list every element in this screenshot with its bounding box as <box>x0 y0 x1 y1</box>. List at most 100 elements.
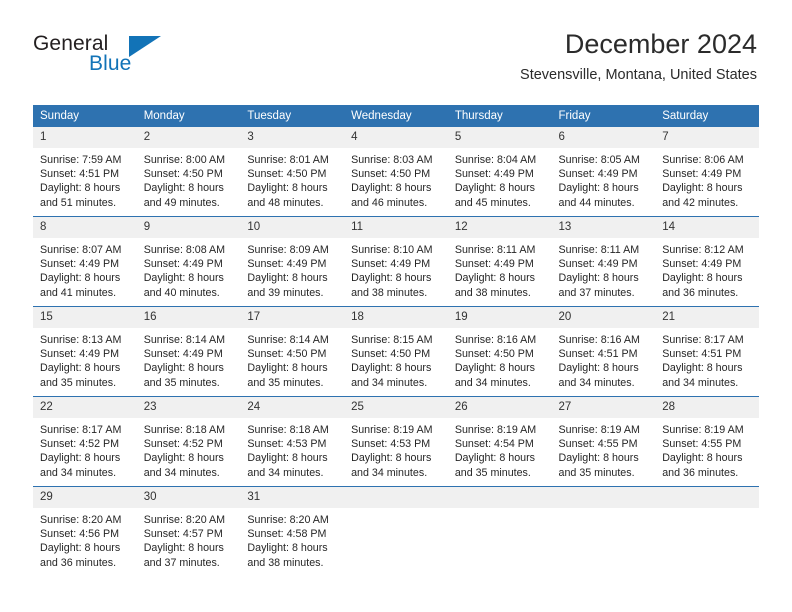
day-number: 13 <box>551 217 656 238</box>
day-number: 6 <box>551 127 656 148</box>
day-cell[interactable]: 2 Sunrise: 8:00 AM Sunset: 4:50 PM Dayli… <box>136 127 241 217</box>
day-number: 17 <box>240 307 345 328</box>
daylight-text-line2: and 35 minutes. <box>143 376 220 389</box>
daylight-text-line1: Daylight: 8 hours <box>143 362 224 375</box>
day-cell[interactable]: 3 Sunrise: 8:01 AM Sunset: 4:50 PM Dayli… <box>240 127 345 217</box>
day-cell[interactable]: 12 Sunrise: 8:11 AM Sunset: 4:49 PM Dayl… <box>447 216 552 307</box>
daylight-text-line2: and 36 minutes. <box>40 556 117 569</box>
sunrise-text: Sunrise: 8:14 AM <box>143 334 226 346</box>
week-row: 22 Sunrise: 8:17 AM Sunset: 4:52 PM Dayl… <box>33 396 759 487</box>
day-cell[interactable]: 15 Sunrise: 8:13 AM Sunset: 4:49 PM Dayl… <box>33 306 137 397</box>
sunrise-text: Sunrise: 8:20 AM <box>247 514 329 526</box>
day-cell[interactable]: 22 Sunrise: 8:17 AM Sunset: 4:52 PM Dayl… <box>33 396 137 487</box>
sunrise-text: Sunrise: 8:18 AM <box>143 424 226 436</box>
day-number: 28 <box>655 397 759 418</box>
calendar-table: Sunday Monday Tuesday Wednesday Thursday… <box>33 105 759 576</box>
weekday-header-sunday: Sunday <box>33 105 137 127</box>
daylight-text-line1: Daylight: 8 hours <box>40 362 121 375</box>
day-cell[interactable]: 28 Sunrise: 8:19 AM Sunset: 4:55 PM Dayl… <box>655 396 759 487</box>
logo-word-general: General <box>33 32 109 55</box>
sunset-text: Sunset: 4:56 PM <box>40 528 120 541</box>
day-details: Sunrise: 8:20 AM Sunset: 4:57 PM Dayligh… <box>137 508 241 576</box>
day-cell[interactable]: 31 Sunrise: 8:20 AM Sunset: 4:58 PM Dayl… <box>240 486 345 576</box>
day-cell[interactable]: 14 Sunrise: 8:12 AM Sunset: 4:49 PM Dayl… <box>655 216 759 307</box>
daylight-text-line2: and 49 minutes. <box>143 196 220 209</box>
sunset-text: Sunset: 4:55 PM <box>558 438 638 451</box>
sunrise-text: Sunrise: 8:15 AM <box>351 334 433 346</box>
sunrise-text: Sunrise: 8:01 AM <box>247 154 329 166</box>
daylight-text-line2: and 34 minutes. <box>143 466 220 479</box>
daylight-text-line2: and 39 minutes. <box>247 286 324 299</box>
day-cell[interactable]: 30 Sunrise: 8:20 AM Sunset: 4:57 PM Dayl… <box>136 486 241 576</box>
day-cell[interactable]: 5 Sunrise: 8:04 AM Sunset: 4:49 PM Dayli… <box>447 127 552 217</box>
day-cell[interactable]: 1 Sunrise: 7:59 AM Sunset: 4:51 PM Dayli… <box>33 127 137 217</box>
day-cell[interactable]: 9 Sunrise: 8:08 AM Sunset: 4:49 PM Dayli… <box>136 216 241 307</box>
day-cell[interactable]: 25 Sunrise: 8:19 AM Sunset: 4:53 PM Dayl… <box>344 396 448 487</box>
day-cell[interactable]: 26 Sunrise: 8:19 AM Sunset: 4:54 PM Dayl… <box>447 396 552 487</box>
day-number: 21 <box>655 307 759 328</box>
day-cell[interactable]: 4 Sunrise: 8:03 AM Sunset: 4:50 PM Dayli… <box>344 127 448 217</box>
day-details: Sunrise: 8:19 AM Sunset: 4:55 PM Dayligh… <box>655 418 759 486</box>
day-cell[interactable]: 11 Sunrise: 8:10 AM Sunset: 4:49 PM Dayl… <box>344 216 448 307</box>
day-cell[interactable]: 8 Sunrise: 8:07 AM Sunset: 4:49 PM Dayli… <box>33 216 137 307</box>
daylight-text-line1: Daylight: 8 hours <box>143 542 224 555</box>
day-cell[interactable]: 23 Sunrise: 8:18 AM Sunset: 4:52 PM Dayl… <box>136 396 241 487</box>
day-cell[interactable]: 20 Sunrise: 8:16 AM Sunset: 4:51 PM Dayl… <box>551 306 656 397</box>
sunrise-text: Sunrise: 8:19 AM <box>662 424 744 436</box>
daylight-text-line1: Daylight: 8 hours <box>454 272 536 285</box>
day-number: 9 <box>136 217 241 238</box>
day-details <box>344 508 448 576</box>
day-cell[interactable]: 6 Sunrise: 8:05 AM Sunset: 4:49 PM Dayli… <box>551 127 656 217</box>
day-cell[interactable]: 29 Sunrise: 8:20 AM Sunset: 4:56 PM Dayl… <box>33 486 137 576</box>
daylight-text-line2: and 48 minutes. <box>247 196 324 209</box>
sunrise-text: Sunrise: 8:06 AM <box>662 154 744 166</box>
day-number: 16 <box>136 307 241 328</box>
day-details: Sunrise: 8:14 AM Sunset: 4:50 PM Dayligh… <box>240 328 344 396</box>
day-number: 26 <box>447 397 552 418</box>
sunrise-text: Sunrise: 8:08 AM <box>143 244 226 256</box>
day-cell[interactable]: 24 Sunrise: 8:18 AM Sunset: 4:53 PM Dayl… <box>240 396 345 487</box>
weekday-header-friday: Friday <box>551 105 656 127</box>
day-cell[interactable]: 16 Sunrise: 8:14 AM Sunset: 4:49 PM Dayl… <box>136 306 241 397</box>
day-cell[interactable]: 19 Sunrise: 8:16 AM Sunset: 4:50 PM Dayl… <box>447 306 552 397</box>
day-number: 11 <box>344 217 448 238</box>
day-number: 3 <box>240 127 345 148</box>
day-cell[interactable]: 17 Sunrise: 8:14 AM Sunset: 4:50 PM Dayl… <box>240 306 345 397</box>
day-cell[interactable]: 13 Sunrise: 8:11 AM Sunset: 4:49 PM Dayl… <box>551 216 656 307</box>
sunset-text: Sunset: 4:49 PM <box>454 168 534 181</box>
daylight-text-line1: Daylight: 8 hours <box>454 182 536 195</box>
daylight-text-line2: and 37 minutes. <box>558 286 635 299</box>
daylight-text-line1: Daylight: 8 hours <box>40 542 121 555</box>
day-number <box>447 487 552 508</box>
day-number <box>551 487 656 508</box>
sunset-text: Sunset: 4:53 PM <box>247 438 327 451</box>
day-details <box>655 508 759 576</box>
daylight-text-line2: and 38 minutes. <box>454 286 531 299</box>
day-cell[interactable]: 10 Sunrise: 8:09 AM Sunset: 4:49 PM Dayl… <box>240 216 345 307</box>
daylight-text-line1: Daylight: 8 hours <box>558 362 639 375</box>
daylight-text-line1: Daylight: 8 hours <box>143 272 224 285</box>
daylight-text-line2: and 42 minutes. <box>662 196 739 209</box>
daylight-text-line1: Daylight: 8 hours <box>558 452 639 465</box>
general-blue-logo[interactable]: General Blue <box>33 33 263 83</box>
daylight-text-line1: Daylight: 8 hours <box>247 182 328 195</box>
sunset-text: Sunset: 4:51 PM <box>662 348 742 361</box>
daylight-text-line1: Daylight: 8 hours <box>40 272 121 285</box>
day-number: 1 <box>33 127 137 148</box>
sunrise-text: Sunrise: 8:18 AM <box>247 424 329 436</box>
day-cell[interactable]: 21 Sunrise: 8:17 AM Sunset: 4:51 PM Dayl… <box>655 306 759 397</box>
day-number <box>344 487 448 508</box>
day-details <box>552 508 656 576</box>
day-cell[interactable]: 7 Sunrise: 8:06 AM Sunset: 4:49 PM Dayli… <box>655 127 759 217</box>
day-details: Sunrise: 8:07 AM Sunset: 4:49 PM Dayligh… <box>33 238 137 306</box>
day-details: Sunrise: 7:59 AM Sunset: 4:51 PM Dayligh… <box>33 148 137 216</box>
calendar-page: General Blue December 2024 Stevensville,… <box>0 0 792 612</box>
sunset-text: Sunset: 4:49 PM <box>40 258 120 271</box>
location-subtitle: Stevensville, Montana, United States <box>520 67 757 83</box>
day-cell[interactable]: 18 Sunrise: 8:15 AM Sunset: 4:50 PM Dayl… <box>344 306 448 397</box>
sunrise-text: Sunrise: 8:10 AM <box>351 244 433 256</box>
day-cell[interactable]: 27 Sunrise: 8:19 AM Sunset: 4:55 PM Dayl… <box>551 396 656 487</box>
calendar-header-row: Sunday Monday Tuesday Wednesday Thursday… <box>33 105 759 127</box>
sunset-text: Sunset: 4:54 PM <box>454 438 534 451</box>
day-number: 10 <box>240 217 345 238</box>
